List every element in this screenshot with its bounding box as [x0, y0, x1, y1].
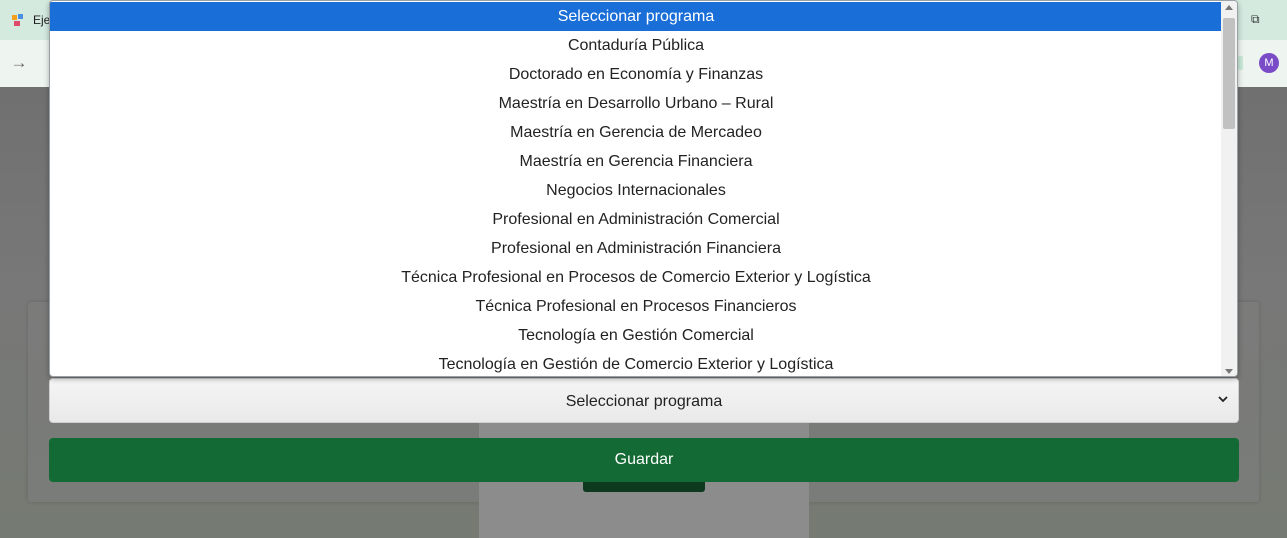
profile-avatar[interactable]: M: [1259, 53, 1279, 73]
program-dropdown-list[interactable]: Seleccionar programa Contaduría Pública …: [49, 0, 1238, 377]
dropdown-option[interactable]: Profesional en Administración Financiera: [50, 234, 1222, 263]
scrollbar-thumb[interactable]: [1223, 18, 1235, 129]
dropdown-option[interactable]: Negocios Internacionales: [50, 176, 1222, 205]
chevron-down-icon: [1218, 396, 1228, 403]
tab-title[interactable]: Eje: [33, 13, 50, 27]
dropdown-option[interactable]: Seleccionar programa: [50, 2, 1222, 31]
dropdown-option[interactable]: Doctorado en Economía y Finanzas: [50, 60, 1222, 89]
scroll-up-arrow-icon[interactable]: [1225, 5, 1233, 10]
dropdown-option[interactable]: Técnica Profesional en Procesos de Comer…: [50, 263, 1222, 292]
dropdown-option[interactable]: Profesional en Administración Comercial: [50, 205, 1222, 234]
dropdown-scrollbar[interactable]: [1221, 1, 1237, 376]
extension-indicator: [1238, 56, 1243, 70]
program-select[interactable]: Seleccionar programa: [49, 378, 1239, 423]
dropdown-option[interactable]: Técnica Profesional en Procesos Financie…: [50, 292, 1222, 321]
save-button[interactable]: Guardar: [49, 438, 1239, 482]
forward-arrow-icon[interactable]: →: [10, 54, 28, 72]
dropdown-option[interactable]: Maestría en Gerencia de Mercadeo: [50, 118, 1222, 147]
program-select-value: Seleccionar programa: [565, 393, 723, 410]
scroll-down-arrow-icon[interactable]: [1225, 369, 1233, 374]
restore-window-icon[interactable]: ⧉: [1251, 13, 1263, 25]
dropdown-option[interactable]: Tecnología en Gestión de Comercio Exteri…: [50, 350, 1222, 376]
favicon-icon: [12, 14, 23, 26]
dropdown-option[interactable]: Tecnología en Gestión Comercial: [50, 321, 1222, 350]
dropdown-options: Seleccionar programa Contaduría Pública …: [50, 2, 1222, 376]
dropdown-option[interactable]: Maestría en Gerencia Financiera: [50, 147, 1222, 176]
dropdown-option[interactable]: Contaduría Pública: [50, 31, 1222, 60]
dropdown-option[interactable]: Maestría en Desarrollo Urbano – Rural: [50, 89, 1222, 118]
